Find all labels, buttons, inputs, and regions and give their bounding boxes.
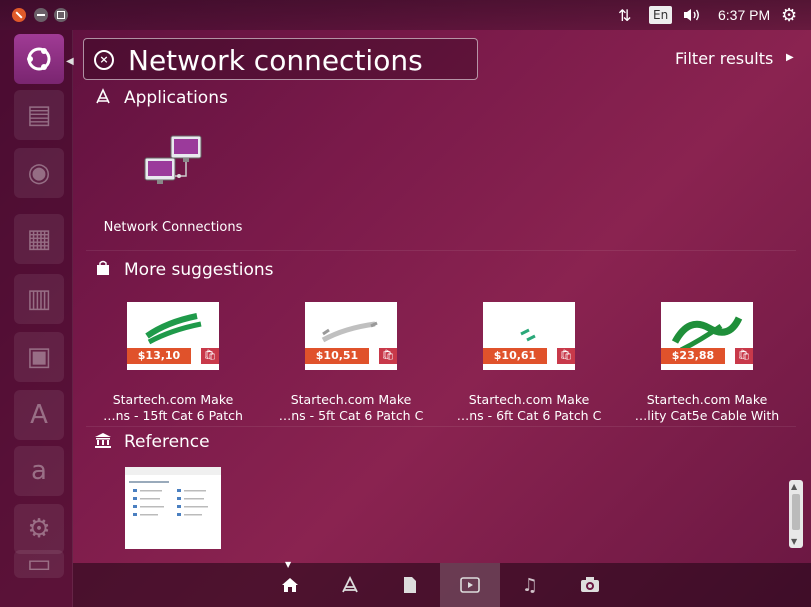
dash-home-button[interactable] xyxy=(14,34,64,84)
divider xyxy=(86,426,796,427)
applications-category-icon xyxy=(93,88,113,108)
product-title-line2: …ns - 15ft Cat 6 Patch xyxy=(103,408,243,423)
section-title: More suggestions xyxy=(124,260,274,280)
files-lens-icon[interactable] xyxy=(380,563,440,607)
expand-arrow-icon[interactable]: ▶ xyxy=(786,52,794,63)
results-scrollbar[interactable]: ▲ ▼ xyxy=(789,480,803,548)
shopping-bag-icon xyxy=(93,260,113,280)
divider xyxy=(86,250,796,251)
minimize-window-button[interactable] xyxy=(34,8,48,22)
price-tag: $23,88 xyxy=(661,348,725,364)
search-input[interactable] xyxy=(126,41,470,79)
product-title-line1: Startech.com Make xyxy=(646,392,768,407)
product-thumbnail: $10,61 🛍 xyxy=(483,302,575,370)
product-thumbnail: $10,51 🛍 xyxy=(305,302,397,370)
writer-launcher-icon[interactable]: ▦ xyxy=(14,214,64,264)
product-thumbnail: $13,10 🛍 xyxy=(127,302,219,370)
search-box: × xyxy=(83,38,478,80)
firefox-launcher-icon[interactable]: ◉ xyxy=(14,148,64,198)
price-tag: $10,51 xyxy=(305,348,369,364)
volume-icon[interactable] xyxy=(682,0,702,30)
video-lens-icon[interactable] xyxy=(440,563,500,607)
product-title-line1: Startech.com Make xyxy=(112,392,234,407)
product-title-line1: Startech.com Make xyxy=(290,392,412,407)
photos-lens-icon[interactable] xyxy=(560,563,620,607)
shopping-bag-icon: 🛍 xyxy=(201,348,219,364)
price-tag: $13,10 xyxy=(127,348,191,364)
price-tag: $10,61 xyxy=(483,348,547,364)
clock[interactable]: 6:37 PM xyxy=(718,0,770,30)
music-lens-icon[interactable]: ♫ xyxy=(500,563,560,607)
product-title-line2: …ns - 6ft Cat 6 Patch C xyxy=(456,408,602,423)
app-result-network-connections[interactable]: Network Connections xyxy=(100,132,246,235)
filter-results-button[interactable]: Filter results xyxy=(675,49,773,68)
impress-launcher-icon[interactable]: ▣ xyxy=(14,332,64,382)
keyboard-language-indicator[interactable]: En xyxy=(649,6,673,24)
product-title-line1: Startech.com Make xyxy=(468,392,590,407)
shopping-bag-icon: 🛍 xyxy=(379,348,397,364)
top-panel: ⇅ En 6:37 PM ⚙ xyxy=(0,0,811,30)
suggestion-item[interactable]: $10,61 🛍 Startech.com Make …ns - 6ft Cat… xyxy=(444,302,614,424)
calc-launcher-icon[interactable]: ▥ xyxy=(14,274,64,324)
scroll-down-icon[interactable]: ▼ xyxy=(791,537,797,546)
ubuntu-logo-icon xyxy=(27,47,51,71)
suggestion-item[interactable]: $23,88 🛍 Startech.com Make …lity Cat5e C… xyxy=(622,302,792,424)
reference-result-thumbnail[interactable] xyxy=(125,467,221,549)
launcher: ▤ ◉ ▦ ▥ ▣ A a ⚙ ▭ xyxy=(0,30,73,607)
active-indicator-icon: ◀ xyxy=(66,56,74,67)
home-lens-icon[interactable] xyxy=(260,563,320,607)
scroll-up-icon[interactable]: ▲ xyxy=(791,482,797,491)
clear-search-icon[interactable]: × xyxy=(94,50,114,70)
scrollbar-thumb[interactable] xyxy=(792,494,800,530)
suggestions-header[interactable]: More suggestions xyxy=(93,260,274,280)
section-title: Reference xyxy=(124,432,210,452)
close-window-button[interactable] xyxy=(12,8,26,22)
network-indicator-icon[interactable]: ⇅ xyxy=(618,0,631,30)
applications-header[interactable]: Applications xyxy=(93,88,228,108)
session-gear-icon[interactable]: ⚙ xyxy=(781,0,797,30)
files-launcher-icon[interactable]: ▤ xyxy=(14,90,64,140)
amazon-launcher-icon[interactable]: a xyxy=(14,446,64,496)
shopping-bag-icon: 🛍 xyxy=(557,348,575,364)
reference-header[interactable]: Reference xyxy=(93,432,210,452)
shopping-bag-icon: 🛍 xyxy=(735,348,753,364)
applications-lens-icon[interactable] xyxy=(320,563,380,607)
software-center-launcher-icon[interactable]: A xyxy=(14,390,64,440)
trash-launcher-icon[interactable]: ▭ xyxy=(14,549,64,579)
product-title-line2: …lity Cat5e Cable With xyxy=(634,408,780,423)
maximize-window-button[interactable] xyxy=(54,8,68,22)
system-settings-launcher-icon[interactable]: ⚙ xyxy=(14,504,64,554)
network-connections-icon xyxy=(141,132,205,196)
product-thumbnail: $23,88 🛍 xyxy=(661,302,753,370)
section-title: Applications xyxy=(124,88,228,108)
app-label: Network Connections xyxy=(103,220,243,235)
product-title-line2: …ns - 5ft Cat 6 Patch C xyxy=(278,408,424,423)
suggestion-item[interactable]: $13,10 🛍 Startech.com Make …ns - 15ft Ca… xyxy=(88,302,258,424)
reference-building-icon xyxy=(93,432,113,452)
suggestion-item[interactable]: $10,51 🛍 Startech.com Make …ns - 5ft Cat… xyxy=(266,302,436,424)
